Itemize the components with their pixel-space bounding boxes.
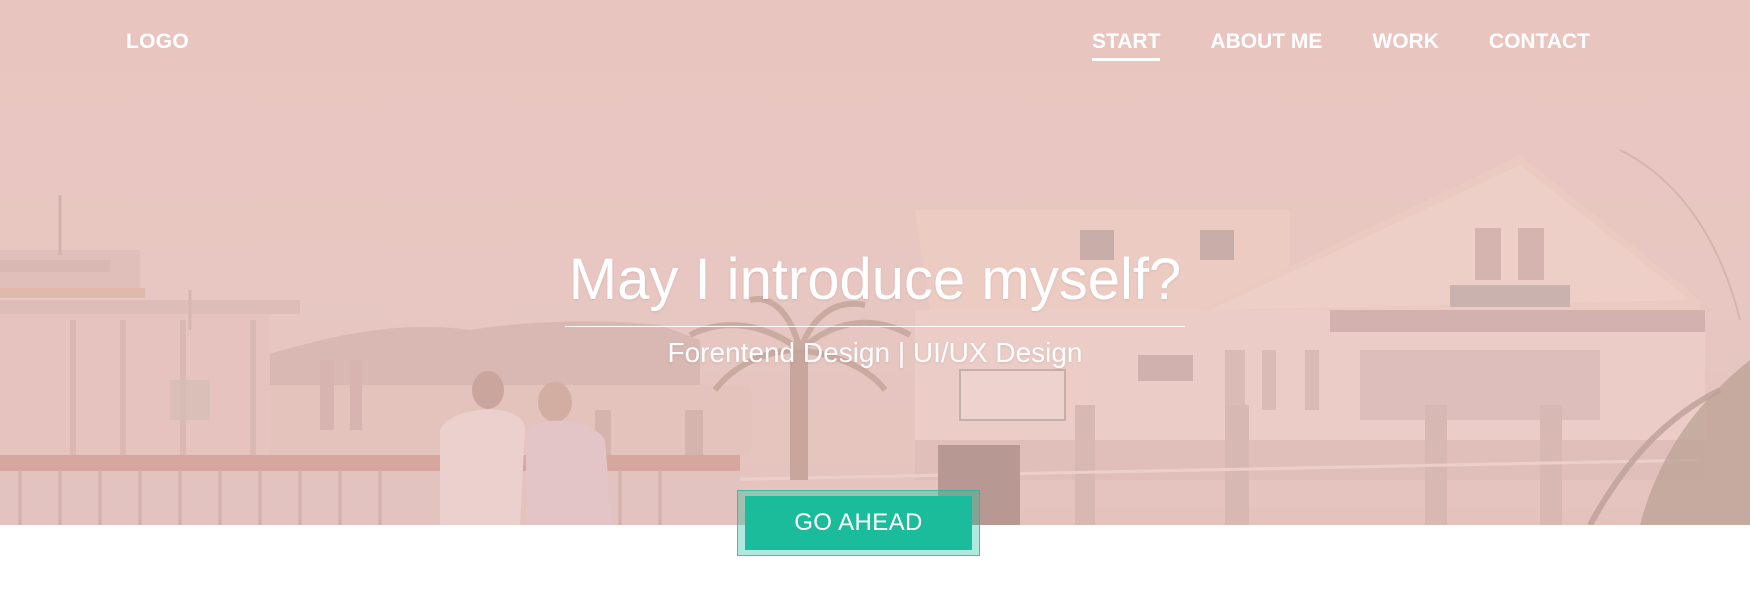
hero-title: May I introduce myself? — [564, 248, 1186, 327]
logo-link[interactable]: LOGO — [126, 30, 189, 54]
nav-link-contact[interactable]: CONTACT — [1489, 30, 1590, 58]
main-nav: START ABOUT ME WORK CONTACT — [1091, 30, 1590, 61]
nav-item-work: WORK — [1372, 30, 1439, 61]
nav-item-about-me: ABOUT ME — [1210, 30, 1322, 61]
nav-item-start: START — [1091, 30, 1161, 61]
go-ahead-button[interactable]: GO AHEAD — [745, 496, 972, 550]
hero-subtitle: Forentend Design | UI/UX Design — [667, 336, 1083, 368]
hero-section: LOGO START ABOUT ME WORK CONTACT May I i… — [0, 0, 1750, 525]
hero-text: May I introduce myself? Forentend Design… — [0, 248, 1750, 369]
nav-link-about-me[interactable]: ABOUT ME — [1210, 30, 1322, 58]
nav-item-contact: CONTACT — [1489, 30, 1590, 61]
nav-link-work[interactable]: WORK — [1372, 30, 1439, 58]
nav-link-start[interactable]: START — [1091, 30, 1161, 61]
